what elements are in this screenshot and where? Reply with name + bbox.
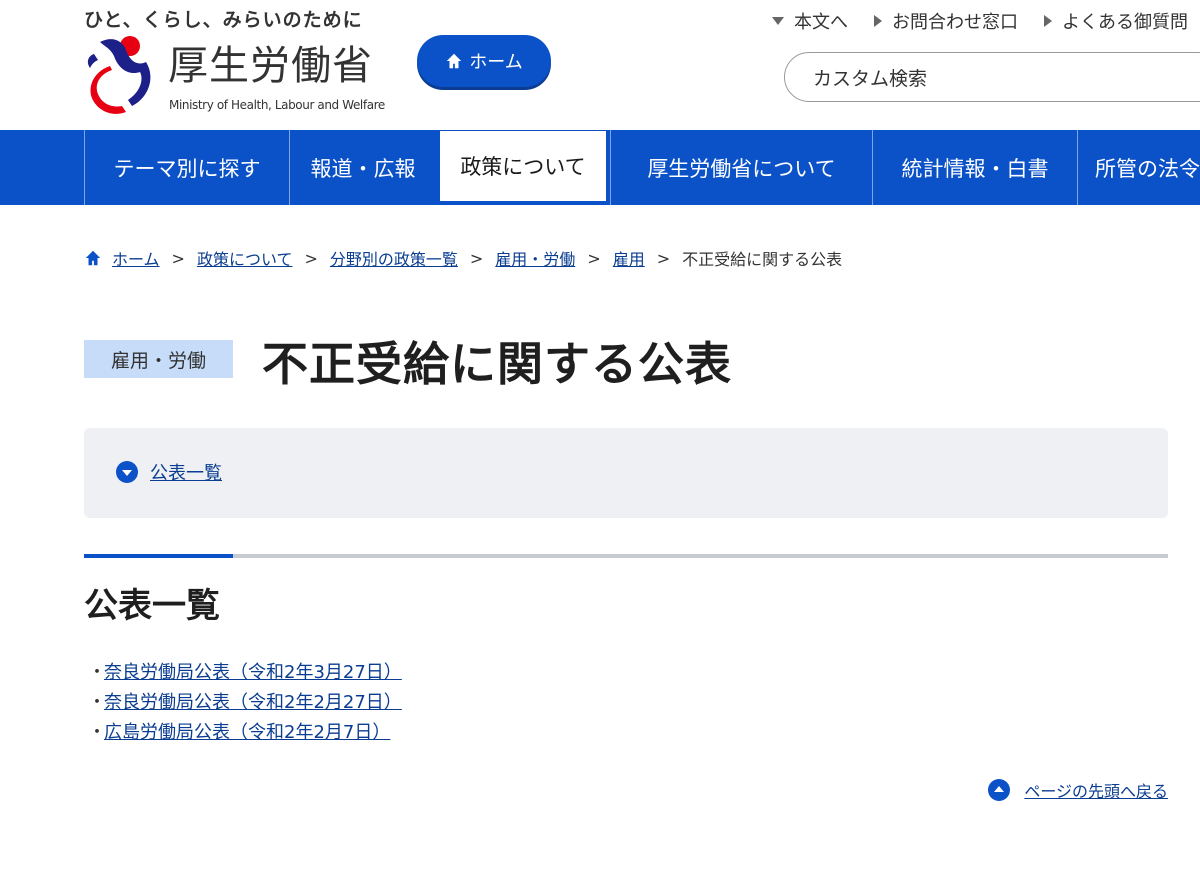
breadcrumb-policy-list[interactable]: 分野別の政策一覧 [330, 246, 458, 270]
home-button-label: ホーム [469, 52, 523, 73]
breadcrumb-separator: > [656, 248, 671, 268]
nav-label: テーマ別に探す [113, 156, 261, 181]
nav-label: 厚生労働省について [647, 156, 836, 181]
section-divider [84, 554, 1168, 558]
nav-item-laws[interactable]: 所管の法令 [1077, 130, 1200, 205]
publication-list: ・奈良労働局公表（令和2年3月27日） ・奈良労働局公表（令和2年2月27日） … [88, 658, 402, 748]
publication-link[interactable]: 広島労働局公表（令和2年2月7日） [104, 718, 390, 748]
breadcrumb: ホーム > 政策について > 分野別の政策一覧 > 雇用・労働 > 雇用 > 不… [84, 246, 842, 270]
nav-label: 政策について [460, 155, 586, 179]
bullet: ・ [88, 692, 106, 713]
breadcrumb-policy[interactable]: 政策について [197, 246, 293, 270]
nav-item-about[interactable]: 厚生労働省について [610, 130, 872, 205]
chevron-down-circle-icon [116, 461, 138, 483]
global-nav: テーマ別に探す 報道・広報 政策について 厚生労働省について 統計情報・白書 所… [0, 130, 1200, 205]
contact-link[interactable]: お問合わせ窓口 [874, 8, 1018, 34]
home-icon [447, 53, 462, 69]
bullet: ・ [88, 662, 106, 683]
breadcrumb-separator: > [171, 248, 185, 268]
mhlw-logo-icon[interactable] [82, 32, 162, 118]
page-title: 不正受給に関する公表 [262, 337, 732, 391]
nav-label: 報道・広報 [310, 156, 416, 181]
chevron-up-circle-icon [988, 779, 1011, 801]
category-badge: 雇用・労働 [84, 340, 233, 378]
bullet: ・ [88, 722, 106, 743]
section-title: 公表一覧 [84, 586, 220, 626]
publication-link[interactable]: 奈良労働局公表（令和2年2月27日） [104, 688, 402, 718]
nav-item-statistics[interactable]: 統計情報・白書 [872, 130, 1077, 205]
breadcrumb-separator: > [304, 248, 318, 268]
tagline: ひと、くらし、みらいのために [84, 9, 363, 31]
page-top-label[interactable]: ページの先頭へ戻る [1024, 778, 1168, 802]
logo-subtitle: Ministry of Health, Labour and Welfare [169, 98, 385, 112]
publication-link[interactable]: 奈良労働局公表（令和2年3月27日） [104, 658, 402, 688]
breadcrumb-separator: > [469, 248, 484, 268]
nav-item-theme[interactable]: テーマ別に探す [84, 130, 289, 205]
list-item: ・奈良労働局公表（令和2年3月27日） [88, 658, 402, 688]
list-item: ・奈良労働局公表（令和2年2月27日） [88, 688, 402, 718]
search-placeholder: カスタム検索 [813, 67, 928, 90]
util-link-label: よくある御質問 [1062, 12, 1188, 33]
page-anchor-box: 公表一覧 [84, 428, 1168, 518]
faq-link[interactable]: よくある御質問 [1044, 8, 1188, 34]
home-icon [85, 250, 101, 266]
breadcrumb-employment[interactable]: 雇用 [613, 246, 645, 270]
utility-links: 本文へ お問合わせ窓口 よくある御質問 [772, 8, 1188, 34]
logo-title[interactable]: 厚生労働省 [168, 42, 373, 90]
search-input[interactable]: カスタム検索 [784, 52, 1200, 102]
nav-label: 統計情報・白書 [901, 156, 1049, 181]
home-button[interactable]: ホーム [417, 35, 551, 87]
triangle-right-icon [1044, 15, 1052, 27]
anchor-link-label[interactable]: 公表一覧 [150, 459, 222, 485]
breadcrumb-separator: > [587, 248, 601, 268]
util-link-label: お問合わせ窓口 [892, 12, 1018, 33]
util-link-label: 本文へ [794, 12, 848, 33]
breadcrumb-current: 不正受給に関する公表 [682, 250, 843, 269]
anchor-link-publications[interactable]: 公表一覧 [116, 459, 222, 485]
triangle-down-icon [772, 17, 784, 25]
nav-item-policy[interactable]: 政策について [436, 130, 610, 205]
nav-item-press[interactable]: 報道・広報 [289, 130, 436, 205]
list-item: ・広島労働局公表（令和2年2月7日） [88, 718, 402, 748]
breadcrumb-employment-labour[interactable]: 雇用・労働 [495, 246, 575, 270]
nav-label: 所管の法令 [1095, 156, 1200, 181]
breadcrumb-home[interactable]: ホーム [112, 246, 160, 270]
skip-to-content-link[interactable]: 本文へ [772, 8, 848, 34]
page-top-link[interactable]: ページの先頭へ戻る [988, 778, 1168, 802]
triangle-right-icon [874, 15, 882, 27]
